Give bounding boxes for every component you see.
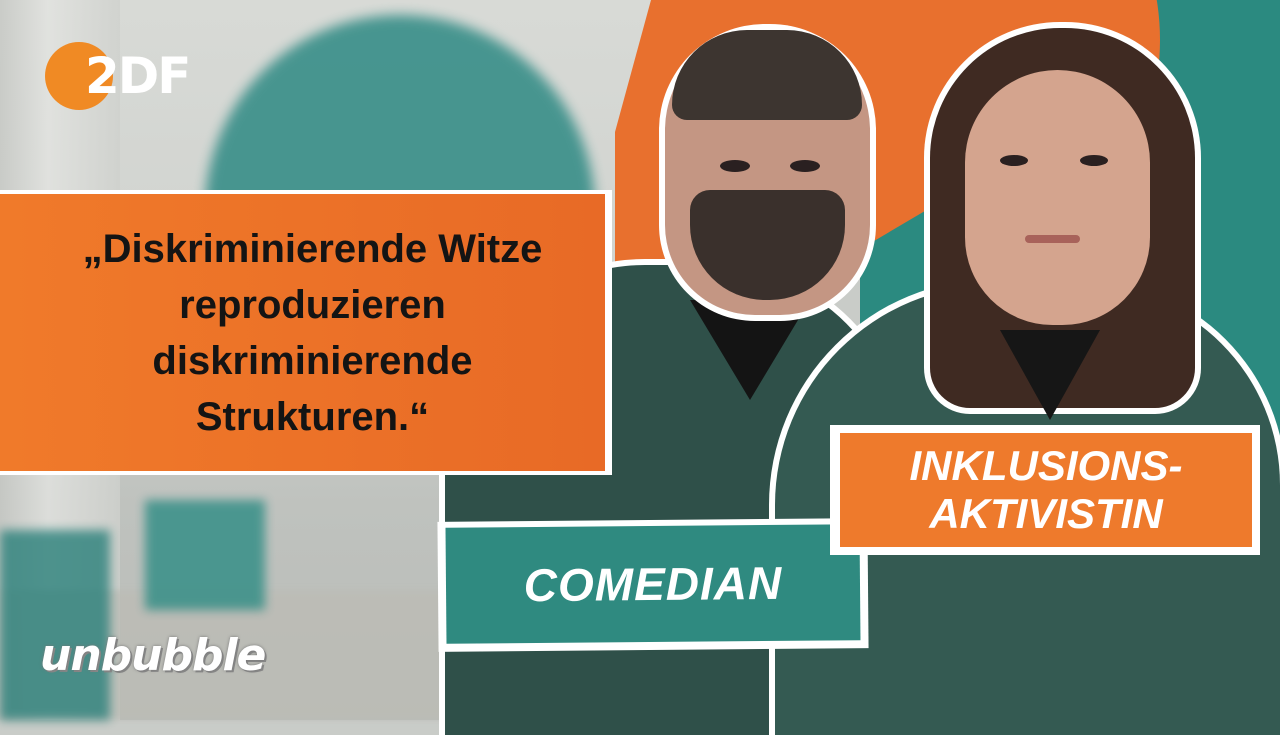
quote-line: Strukturen.“ — [195, 394, 430, 439]
activist-label-line2: AKTIVISTIN — [929, 490, 1163, 537]
comedian-label: COMEDIAN — [437, 518, 869, 652]
quote-card-inner: „Diskriminierende Witze reproduzieren di… — [0, 194, 605, 471]
quote-line: „Diskriminierende Witze — [82, 226, 543, 271]
zdf-logo: 2DF — [45, 42, 215, 112]
quote-line: reproduzieren — [179, 282, 446, 327]
unbubble-logo: unbubble — [40, 630, 266, 681]
activist-label-inner: INKLUSIONS- AKTIVISTIN — [840, 433, 1252, 547]
activist-mouth — [1025, 235, 1080, 243]
background-cube — [145, 500, 265, 610]
zdf-logo-text: 2DF — [85, 47, 191, 105]
background-cube — [0, 530, 110, 720]
activist-eye — [1080, 155, 1108, 166]
comedian-label-text: COMEDIAN — [523, 556, 783, 612]
quote-line: diskriminierende — [152, 338, 473, 383]
activist-face — [965, 70, 1150, 325]
activist-label-line1: INKLUSIONS- — [909, 442, 1183, 489]
activist-eye — [1000, 155, 1028, 166]
activist-label: INKLUSIONS- AKTIVISTIN — [830, 425, 1260, 555]
quote-card: „Diskriminierende Witze reproduzieren di… — [0, 190, 612, 475]
quote-text: „Diskriminierende Witze reproduzieren di… — [63, 221, 543, 445]
comedian-eye — [720, 160, 750, 172]
comedian-label-inner: COMEDIAN — [445, 524, 861, 644]
comedian-eye — [790, 160, 820, 172]
